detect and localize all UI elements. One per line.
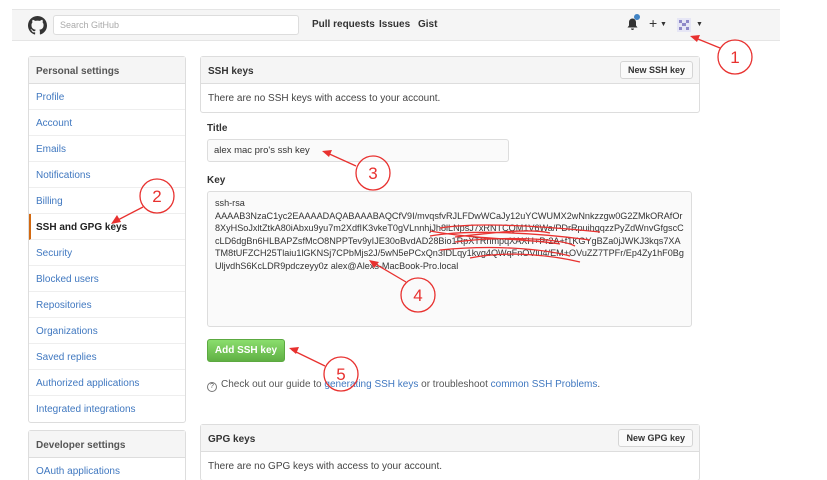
gpg-keys-panel: GPG keys New GPG key There are no GPG ke…: [200, 424, 700, 480]
new-ssh-key-button[interactable]: New SSH key: [619, 61, 693, 79]
sidebar-item-security[interactable]: Security: [29, 240, 185, 266]
ssh-keys-header: SSH keys New SSH key: [201, 57, 699, 84]
avatar[interactable]: [677, 18, 691, 32]
sidebar-item-account[interactable]: Account: [29, 110, 185, 136]
top-header: Pull requests Issues Gist + ▼ ▼: [12, 9, 780, 41]
annotation-circle-1: [717, 39, 753, 75]
gpg-keys-empty-message: There are no GPG keys with access to you…: [208, 461, 442, 472]
add-ssh-key-button[interactable]: Add SSH key: [207, 339, 285, 362]
sidebar-item-blocked-users[interactable]: Blocked users: [29, 266, 185, 292]
developer-settings-title: Developer settings: [29, 431, 185, 458]
question-icon: ?: [207, 382, 217, 392]
gpg-keys-header: GPG keys New GPG key: [201, 425, 699, 452]
ssh-keys-empty-message: There are no SSH keys with access to you…: [208, 93, 441, 104]
github-logo-icon[interactable]: [28, 16, 47, 35]
new-gpg-key-button[interactable]: New GPG key: [618, 429, 693, 447]
arrowhead-5: [289, 347, 299, 354]
chevron-down-icon[interactable]: ▼: [660, 21, 667, 28]
nav-pull-requests[interactable]: Pull requests: [312, 19, 375, 30]
common-ssh-problems-link[interactable]: common SSH Problems: [491, 379, 598, 390]
chevron-down-icon[interactable]: ▼: [696, 21, 703, 28]
ssh-key-textarea[interactable]: ssh-rsa AAAAB3NzaC1yc2EAAAADAQABAAABAQCf…: [207, 191, 692, 327]
annotation-number-1: 1: [730, 48, 739, 67]
hint-middle: or troubleshoot: [421, 379, 488, 390]
ssh-keys-panel: SSH keys New SSH key There are no SSH ke…: [200, 56, 700, 113]
sidebar-item-integrated-integrations[interactable]: Integrated integrations: [29, 396, 185, 422]
sidebar-item-saved-replies[interactable]: Saved replies: [29, 344, 185, 370]
notification-dot: [634, 14, 640, 20]
developer-settings-menu: Developer settings OAuth applications: [28, 430, 186, 480]
title-label: Title: [207, 123, 228, 134]
gpg-keys-title: GPG keys: [208, 434, 256, 445]
search-input[interactable]: [53, 15, 299, 35]
annotation-number-3: 3: [368, 164, 377, 183]
personal-settings-title: Personal settings: [29, 57, 185, 84]
sidebar-item-profile[interactable]: Profile: [29, 84, 185, 110]
sidebar-item-authorized-applications[interactable]: Authorized applications: [29, 370, 185, 396]
sidebar-item-repositories[interactable]: Repositories: [29, 292, 185, 318]
nav-issues[interactable]: Issues: [379, 19, 410, 30]
create-new-icon[interactable]: +: [649, 15, 657, 31]
sidebar-item-notifications[interactable]: Notifications: [29, 162, 185, 188]
sidebar-item-emails[interactable]: Emails: [29, 136, 185, 162]
ssh-key-title-input[interactable]: [207, 139, 509, 162]
sidebar-item-oauth-applications[interactable]: OAuth applications: [29, 458, 185, 480]
sidebar-item-billing[interactable]: Billing: [29, 188, 185, 214]
hint-prefix: Check out our guide to: [221, 379, 322, 390]
generating-ssh-keys-link[interactable]: generating SSH keys: [324, 379, 418, 390]
ssh-help-text: ? Check out our guide to generating SSH k…: [207, 379, 600, 392]
ssh-keys-title: SSH keys: [208, 66, 254, 77]
key-label: Key: [207, 175, 226, 186]
sidebar-item-ssh-gpg-keys[interactable]: SSH and GPG keys: [29, 214, 185, 240]
personal-settings-menu: Personal settings Profile Account Emails…: [28, 56, 186, 423]
annotation-arrow-5: [291, 349, 326, 367]
nav-gist[interactable]: Gist: [418, 19, 437, 30]
sidebar-item-organizations[interactable]: Organizations: [29, 318, 185, 344]
hint-suffix: .: [597, 379, 601, 390]
